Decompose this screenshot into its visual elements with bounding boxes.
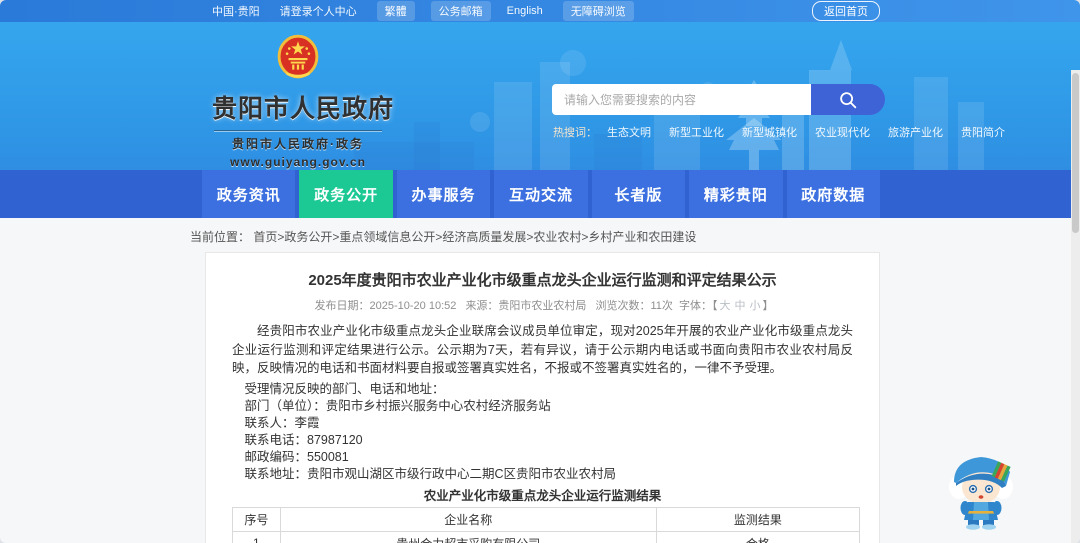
nav-tab-政府数据[interactable]: 政府数据 [786,170,880,218]
table-row: 1贵州合力超市采购有限公司合格 [232,530,861,543]
nav-tab-精彩贵阳[interactable]: 精彩贵阳 [689,170,783,218]
font-size-option[interactable]: 中 [734,300,745,312]
hot-search-terms: 生态文明 新型工业化 新型城镇化 农业现代化 旅游产业化 贵阳简介 [607,124,1023,140]
topbar-link[interactable]: 繁體 [376,1,415,21]
scrollbar-thumb[interactable] [1072,73,1079,233]
site-subtitle: 贵阳市人民政府·政务 [232,137,364,151]
contact-line: 联系人：李霞 [244,415,320,430]
breadcrumb: 当前位置： 首页>政务公开>重点领域信息公开>经济高质量发展>农业农村>乡村产业… [190,228,696,245]
topbar-link[interactable]: English [507,5,543,17]
topbar-link[interactable]: 请登录个人中心 [280,3,357,19]
site-banner: 贵阳市人民政府 贵阳市人民政府·政务 www.guiyang.gov.cn 热搜… [0,22,1080,170]
search-icon [840,91,857,108]
topbar-link[interactable]: 公务邮箱 [430,1,491,21]
table-title: 农业产业化市级重点龙头企业运行监测结果 [423,488,662,503]
table-header-row: 序号 企业名称 监测结果 [232,506,861,532]
logo-divider [214,130,382,131]
topbar-links: 中国·贵阳 请登录个人中心 繁體 公务邮箱 English 无障碍浏览 [212,1,650,21]
main-navbar: 政务资讯 政务公开 办事服务 互动交流 长者版 精彩贵阳 政府数据 [0,170,1080,218]
contact-line: 受理情况反映的部门、电话和地址： [244,381,445,396]
nav-tab-长者版[interactable]: 长者版 [591,170,686,218]
table-cell: 合格 [655,530,861,543]
table-header-cell: 序号 [232,506,281,532]
contact-line: 联系电话：87987120 [244,432,363,447]
search-input[interactable] [552,84,811,115]
site-title: 贵阳市人民政府 [212,95,395,123]
table-header-cell: 监测结果 [655,506,861,532]
hot-search-term[interactable]: 贵阳简介 [961,124,1005,140]
hot-search-term[interactable]: 新型城镇化 [742,124,797,140]
hot-search-term[interactable]: 生态文明 [607,124,651,140]
breadcrumb-label: 当前位置： [190,230,251,244]
search-box [552,84,885,115]
article-paragraph: 经贵阳市农业产业化市级重点龙头企业联席会议成员单位审定，现对2025年开展的农业… [232,324,853,375]
article-title: 2025年度贵阳市农业产业化市级重点龙头企业运行监测和评定结果公示 [308,272,777,289]
nav-tab-互动交流[interactable]: 互动交流 [494,170,588,218]
view-count: 浏览次数：11次 [595,300,673,312]
font-size-option[interactable]: 大 [719,300,730,312]
page-scrollbar[interactable] [1071,70,1080,543]
nav-tab-办事服务[interactable]: 办事服务 [396,170,491,218]
hot-search-label: 热搜词： [553,127,597,139]
topbar-link[interactable]: 中国·贵阳 [212,3,260,19]
contact-line: 部门（单位）：贵阳市乡村振兴服务中心农村经济服务站 [244,398,551,413]
font-size-controls: 大中小 [717,300,762,312]
top-utility-bar: 中国·贵阳 请登录个人中心 繁體 公务邮箱 English 无障碍浏览 返回首页 [0,0,1080,22]
breadcrumb-path[interactable]: 首页>政务公开>重点领域信息公开>经济高质量发展>农业农村>乡村产业和农田建设 [253,230,696,244]
hot-search-term[interactable]: 旅游产业化 [888,124,943,140]
table-header-cell: 企业名称 [279,506,657,532]
search-button[interactable] [811,84,885,115]
article-meta: 发布日期：2025-10-20 10:52 来源：贵阳市农业农村局 浏览次数：1… [232,299,853,313]
topbar-link[interactable]: 无障碍浏览 [562,1,634,21]
font-size-label: 字体：【 [678,300,718,312]
return-home-button[interactable]: 返回首页 [812,1,880,21]
browser-page: 中国·贵阳 请登录个人中心 繁體公务邮箱 English 无障碍浏览 返回首页 [0,0,1080,543]
contact-info: 受理情况反映的部门、电话和地址： 部门（单位）：贵阳市乡村振兴服务中心农村经济服务… [232,381,853,483]
hot-search-term[interactable]: 农业现代化 [815,124,870,140]
contact-line: 联系地址：贵阳市观山湖区市级行政中心二期C区贵阳市农业农村局 [244,466,617,481]
contact-line: 邮政编码：550081 [244,449,349,464]
publish-date: 发布日期：2025-10-20 10:52 [314,300,457,312]
article-card: 2025年度贵阳市农业产业化市级重点龙头企业运行监测和评定结果公示 发布日期：2… [205,252,880,543]
assistant-mascot[interactable] [944,450,1018,530]
font-size-option[interactable]: 小 [749,300,760,312]
nav-tab-政务资讯[interactable]: 政务资讯 [202,170,296,218]
hot-search-row: 热搜词： 生态文明 新型工业化 新型城镇化 农业现代化 旅游产业化 贵阳简介 [553,124,1023,140]
site-url: www.guiyang.gov.cn [229,155,366,169]
site-logo: 贵阳市人民政府 贵阳市人民政府·政务 www.guiyang.gov.cn [212,34,395,169]
table-cell: 贵州合力超市采购有限公司 [279,530,657,543]
national-emblem-icon [277,34,319,79]
nav-tabs: 政务资讯 政务公开 办事服务 互动交流 长者版 精彩贵阳 政府数据 [202,170,880,218]
font-size-label-close: 】 [762,300,774,312]
hot-search-term[interactable]: 新型工业化 [669,124,724,140]
table-cell: 1 [232,530,281,543]
monitoring-result-table: 序号企业名称监测结果 1贵州合力超市采购有限公司合格2贵州友禾种业有限公司合格3… [232,506,861,543]
article-source: 来源：贵阳市农业农村局 [465,300,587,312]
nav-tab-政务公开[interactable]: 政务公开 [299,170,393,218]
